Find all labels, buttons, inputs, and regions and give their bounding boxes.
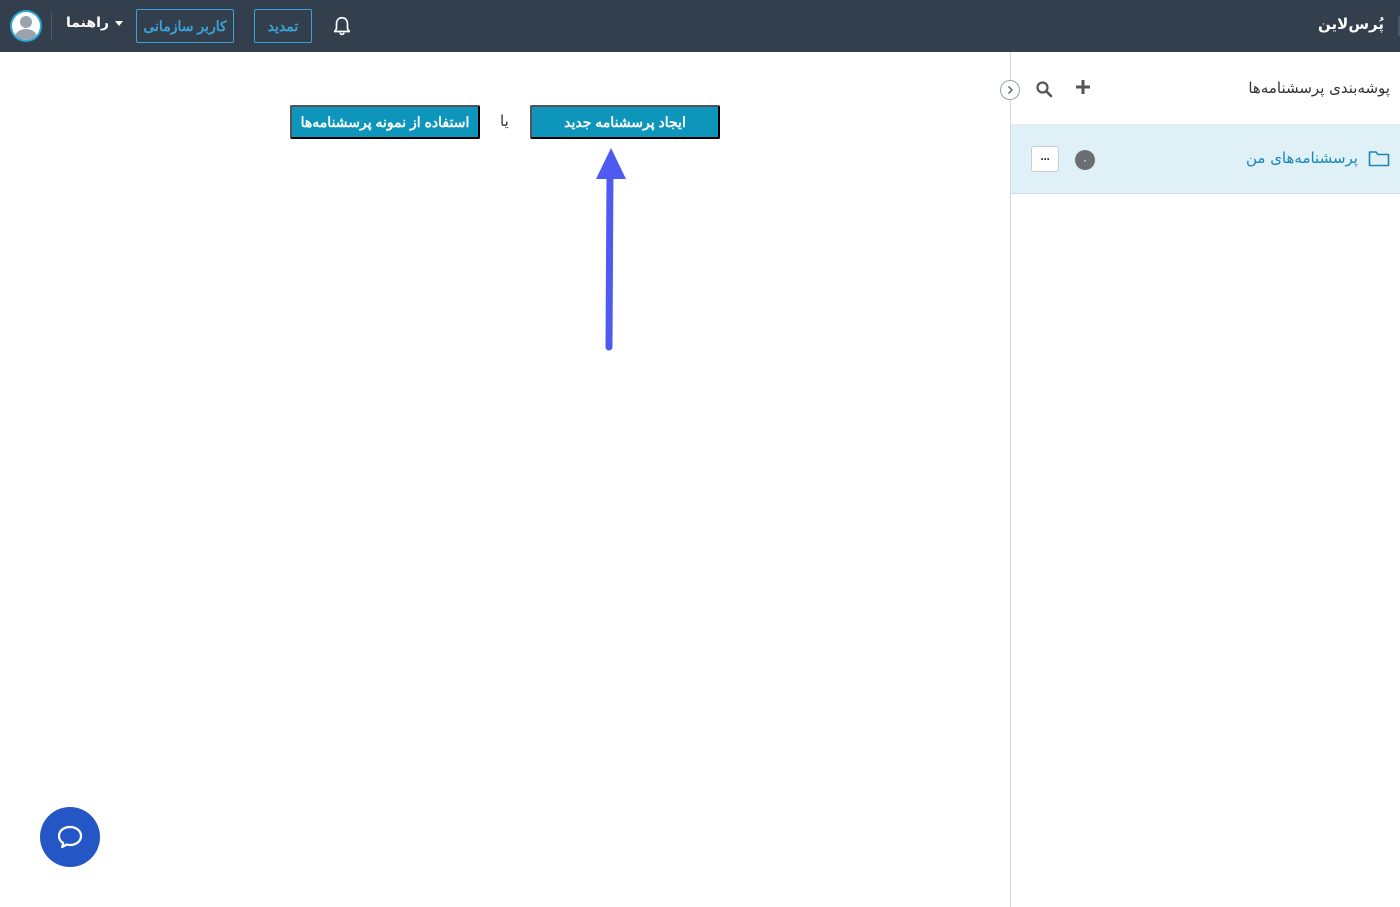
create-questionnaire-button[interactable]: ایجاد پرسشنامه جدید [530,105,720,139]
header-divider [51,12,52,40]
folders-sidebar: پوشه‌بندی پرسشنامه‌ها پرسشنامه‌های من ۰ … [1000,52,1400,907]
avatar-icon[interactable] [10,10,42,42]
folder-icon [1368,151,1390,167]
folder-label: پرسشنامه‌های من [1245,149,1358,167]
help-menu[interactable]: راهنما [66,15,123,31]
bell-icon[interactable] [331,15,353,37]
folder-more-button[interactable]: ··· [1031,146,1059,172]
collapse-sidebar-button[interactable] [1000,80,1020,100]
annotation-arrow-icon [596,148,626,351]
chevron-right-icon [1007,85,1014,95]
renew-button[interactable]: تمدید [254,9,312,43]
plus-icon[interactable] [1075,79,1091,95]
org-user-button[interactable]: کاربر سازمانی [136,9,234,43]
caret-down-icon [114,20,123,26]
top-bar: پُرس‌لاین راهنما کاربر سازمانی تمدید [0,0,1400,52]
chat-button[interactable] [40,807,100,867]
use-template-button[interactable]: استفاده از نمونه پرسشنامه‌ها [290,105,480,139]
folder-item-my-questionnaires[interactable]: پرسشنامه‌های من ۰ ··· [1011,125,1400,194]
search-icon[interactable] [1035,80,1053,98]
folder-count-badge: ۰ [1075,150,1095,170]
chat-icon [57,825,83,849]
brand-logo[interactable]: پُرس‌لاین [1318,15,1384,33]
help-label: راهنما [66,15,109,31]
or-label: یا [500,112,509,130]
sidebar-title: پوشه‌بندی پرسشنامه‌ها [1248,79,1390,97]
